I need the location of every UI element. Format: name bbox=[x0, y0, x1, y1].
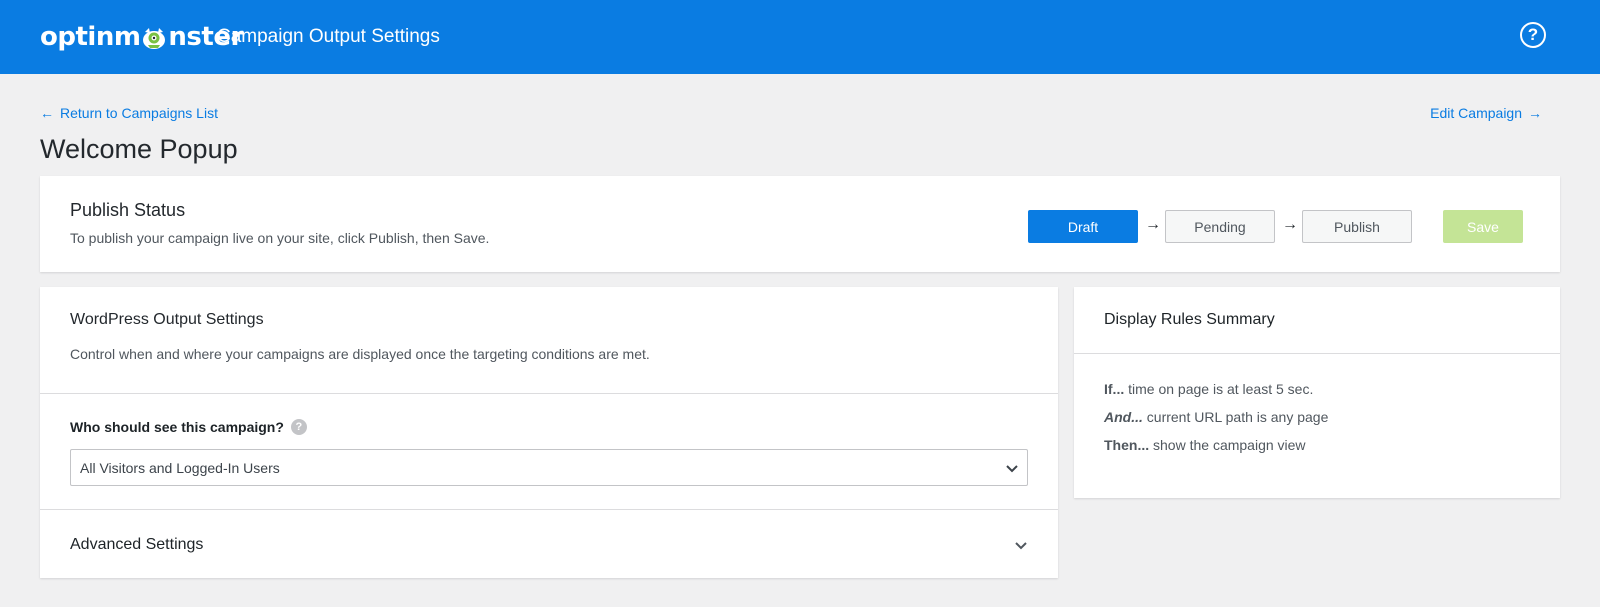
display-rules-title: Display Rules Summary bbox=[1104, 311, 1275, 328]
output-settings-title: WordPress Output Settings bbox=[70, 311, 264, 328]
rule-then: Then... show the campaign view bbox=[1104, 437, 1306, 453]
save-button[interactable]: Save bbox=[1443, 210, 1523, 243]
audience-select-value: All Visitors and Logged-In Users bbox=[80, 459, 280, 476]
who-should-see-text: Who should see this campaign? bbox=[70, 419, 284, 435]
rule-keyword: Then... bbox=[1104, 437, 1150, 453]
audience-select[interactable]: All Visitors and Logged-In Users bbox=[70, 449, 1028, 486]
status-draft-button[interactable]: Draft bbox=[1028, 210, 1138, 243]
edit-campaign-label: Edit Campaign bbox=[1430, 105, 1522, 121]
advanced-settings-title: Advanced Settings bbox=[70, 536, 204, 553]
publish-status-card: Publish Status To publish your campaign … bbox=[40, 176, 1560, 272]
publish-status-title: Publish Status bbox=[70, 200, 186, 220]
optinmonster-logo[interactable]: optinm nster bbox=[40, 22, 243, 52]
page-title: Welcome Popup bbox=[40, 134, 238, 164]
rule-if: If... time on page is at least 5 sec. bbox=[1104, 381, 1313, 397]
top-header-bar: optinm nster Campaign Output Settings ? bbox=[0, 0, 1600, 74]
rule-keyword: If... bbox=[1104, 381, 1125, 397]
display-rules-summary-card: Display Rules Summary If... time on page… bbox=[1074, 287, 1560, 498]
rule-text: current URL path is any page bbox=[1142, 409, 1329, 425]
status-pending-button[interactable]: Pending bbox=[1165, 210, 1275, 243]
arrow-left-icon: ← bbox=[40, 105, 54, 121]
edit-campaign-link[interactable]: Edit Campaign → bbox=[1430, 105, 1542, 121]
return-to-campaigns-link[interactable]: ← Return to Campaigns List bbox=[40, 105, 218, 121]
chevron-down-icon bbox=[1006, 465, 1018, 473]
wordpress-output-settings-card: WordPress Output Settings Control when a… bbox=[40, 287, 1058, 578]
output-settings-description: Control when and where your campaigns ar… bbox=[70, 346, 650, 362]
return-to-campaigns-label: Return to Campaigns List bbox=[60, 105, 218, 121]
arrow-right-icon: → bbox=[1528, 105, 1542, 121]
rule-text: time on page is at least 5 sec. bbox=[1124, 381, 1314, 397]
divider bbox=[1074, 353, 1560, 354]
monster-logo-icon bbox=[143, 28, 166, 49]
chevron-down-icon[interactable] bbox=[1014, 538, 1028, 552]
publish-status-description: To publish your campaign live on your si… bbox=[70, 230, 490, 246]
help-circle-icon[interactable]: ? bbox=[1520, 22, 1546, 48]
step-arrow-icon: → bbox=[1282, 216, 1298, 233]
who-should-see-label: Who should see this campaign? ? bbox=[70, 419, 307, 435]
rule-text: show the campaign view bbox=[1149, 437, 1306, 453]
header-title: Campaign Output Settings bbox=[217, 26, 440, 47]
rule-and: And... current URL path is any page bbox=[1104, 409, 1328, 425]
rule-keyword: And... bbox=[1104, 409, 1143, 425]
divider bbox=[40, 393, 1058, 394]
logo-text-left: optinm bbox=[40, 22, 141, 52]
step-arrow-icon: → bbox=[1145, 216, 1161, 233]
status-publish-button[interactable]: Publish bbox=[1302, 210, 1412, 243]
question-help-icon[interactable]: ? bbox=[290, 419, 307, 435]
